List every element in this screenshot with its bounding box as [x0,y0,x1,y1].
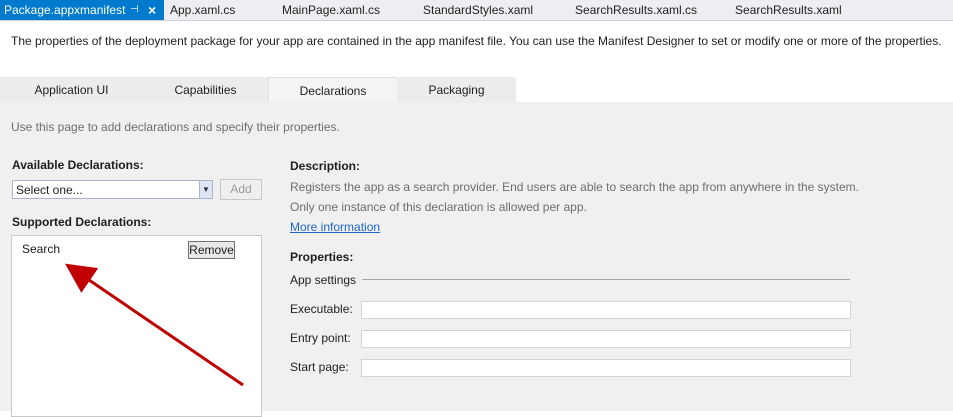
annotation-arrow [65,263,244,387]
